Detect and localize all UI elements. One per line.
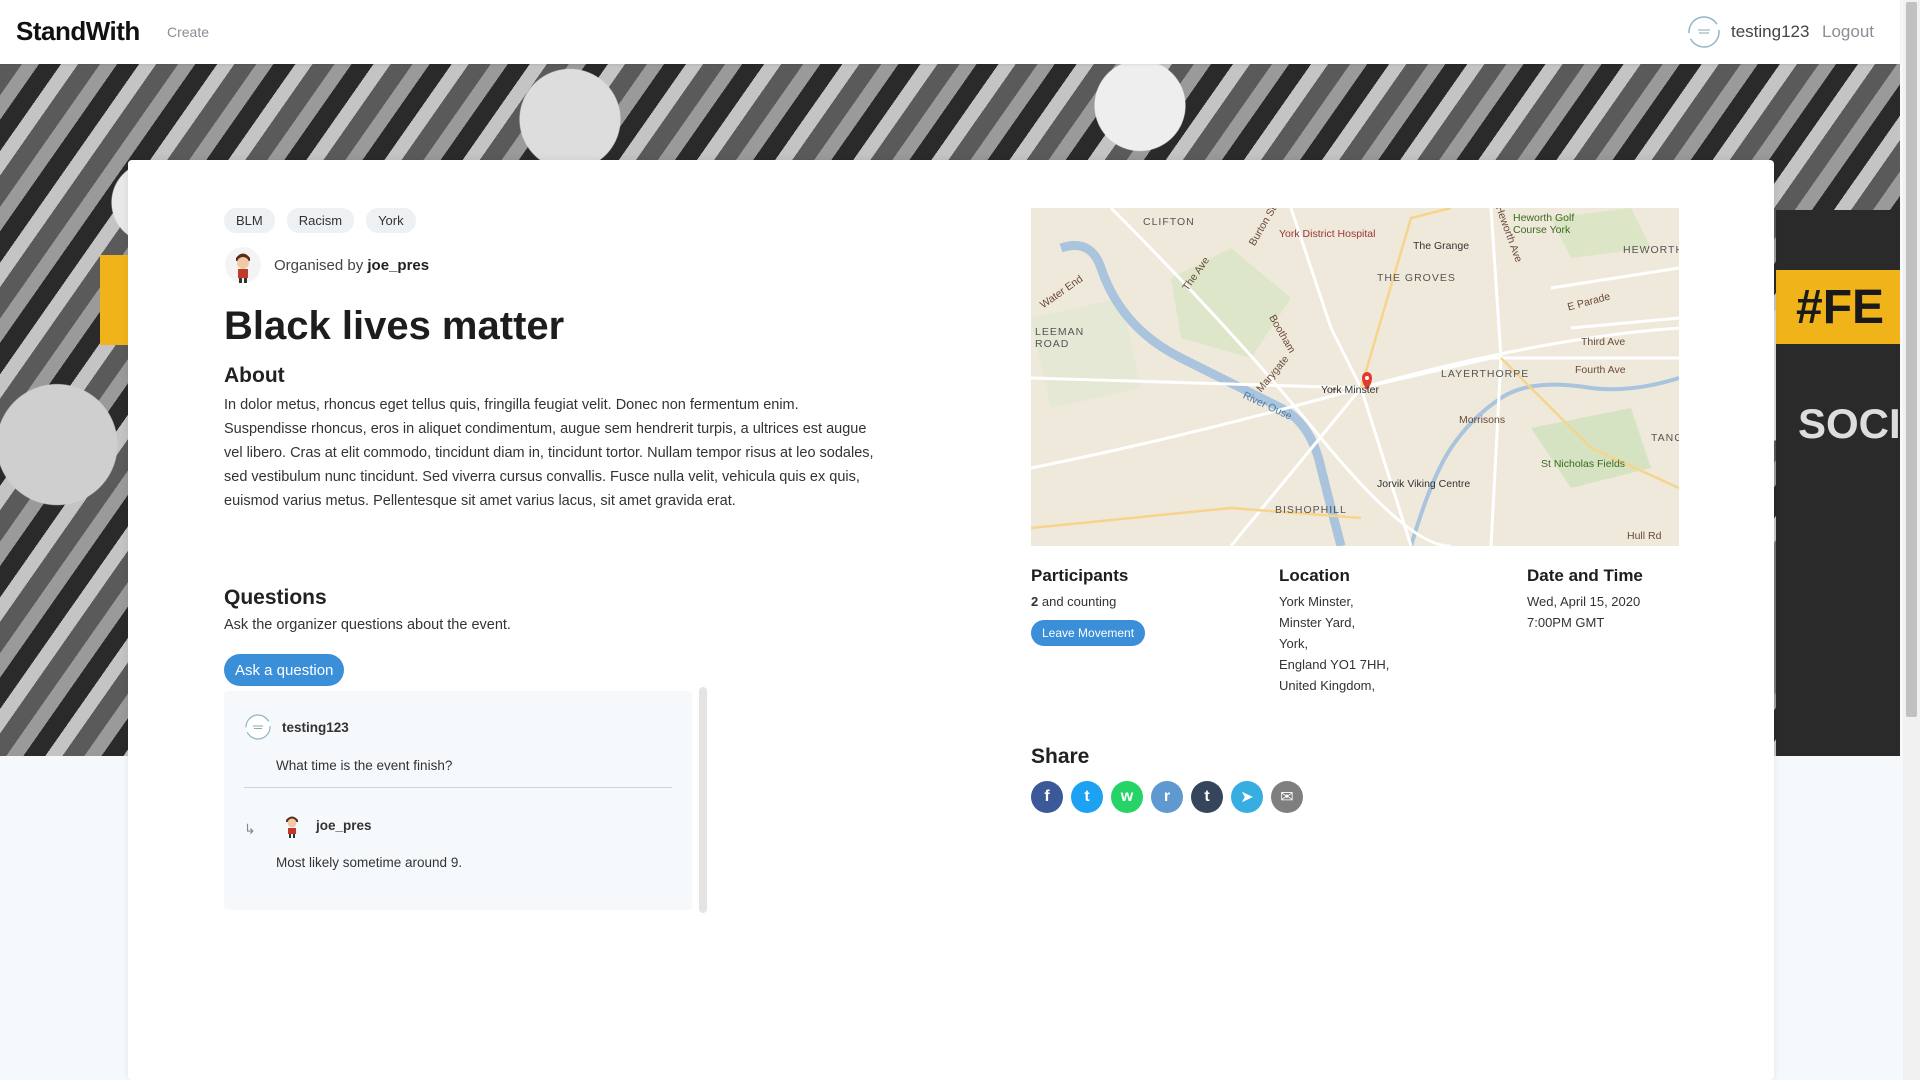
top-navbar: StandWith Create testing123 Logout <box>0 0 1900 64</box>
location-line: Minster Yard, <box>1279 615 1356 630</box>
question-avatar-icon <box>245 714 271 740</box>
map-label-minster: York Minster <box>1321 384 1379 396</box>
reddit-icon[interactable]: r <box>1151 781 1183 813</box>
participants-count-line: 2 and counting <box>1031 591 1116 612</box>
map-label-layerthorpe: LAYERTHORPE <box>1441 368 1530 380</box>
about-heading: About <box>224 364 285 387</box>
location-heading: Location <box>1279 566 1350 585</box>
tag-list: BLM Racism York <box>224 208 416 233</box>
participants-suffix: and counting <box>1041 594 1117 609</box>
map-label-fourth-ave: Fourth Ave <box>1575 364 1626 376</box>
nav-create-link[interactable]: Create <box>167 24 209 40</box>
reply-text: Most likely sometime around 9. <box>276 855 463 870</box>
event-time: 7:00PM GMT <box>1527 615 1605 630</box>
nav-username[interactable]: testing123 <box>1731 22 1809 42</box>
event-title: Black lives matter <box>224 304 565 348</box>
reply-avatar-icon <box>286 816 298 838</box>
telegram-icon[interactable]: ➤ <box>1231 781 1263 813</box>
map-label-hull-rd: Hull Rd <box>1627 530 1662 542</box>
map-label-clifton: CLIFTON <box>1143 216 1195 228</box>
share-icons: f t w r t ➤ ✉ <box>1031 781 1303 813</box>
question-username: testing123 <box>282 719 349 735</box>
reply-arrow-icon: ↳ <box>244 821 256 837</box>
map-label-golf: Heworth Golf Course York <box>1513 212 1575 236</box>
organised-by-text: Organised by joe_pres <box>274 257 429 274</box>
question-list-scrollbar[interactable] <box>699 687 707 913</box>
user-avatar-icon[interactable] <box>1686 14 1722 50</box>
whatsapp-icon[interactable]: w <box>1111 781 1143 813</box>
map-roads: + <box>1031 208 1679 546</box>
map-label-nicholas: St Nicholas Fields <box>1541 458 1626 470</box>
brand-logo[interactable]: StandWith <box>16 16 140 47</box>
tumblr-icon[interactable]: t <box>1191 781 1223 813</box>
event-map[interactable]: + CLIFTON York District Hospital The Gra… <box>1031 208 1679 546</box>
map-label-jorvik: Jorvik Viking Centre <box>1377 478 1471 490</box>
logout-link[interactable]: Logout <box>1822 22 1874 42</box>
map-label-leeman: LEEMAN ROAD <box>1035 326 1085 350</box>
organiser-name[interactable]: joe_pres <box>367 257 429 274</box>
location-line: England YO1 7HH, <box>1279 657 1390 672</box>
question-text: What time is the event finish? <box>276 758 453 773</box>
email-icon[interactable]: ✉ <box>1271 781 1303 813</box>
page-scrollbar-thumb[interactable] <box>1906 2 1917 717</box>
map-label-grange: The Grange <box>1413 240 1470 252</box>
event-date: Wed, April 15, 2020 <box>1527 594 1641 609</box>
map-label-tang: TANG <box>1651 432 1679 444</box>
reply-username: joe_pres <box>316 817 372 833</box>
map-label-heworth: HEWORTH <box>1623 244 1679 256</box>
hero-sign-text-2: SOCI <box>1798 400 1901 447</box>
organiser-avatar-icon[interactable] <box>224 246 262 284</box>
map-label-hospital: York District Hospital <box>1279 228 1376 240</box>
share-heading: Share <box>1031 745 1090 768</box>
question-list: testing123 What time is the event finish… <box>224 691 692 910</box>
location-line: York, <box>1279 636 1309 651</box>
event-card: BLM Racism York Organised by joe_pres Bl… <box>128 160 1774 1080</box>
datetime-heading: Date and Time <box>1527 566 1643 585</box>
tag-york[interactable]: York <box>366 208 416 233</box>
questions-subtitle: Ask the organizer questions about the ev… <box>224 617 511 633</box>
location-address: York Minster, Minster Yard, York, Englan… <box>1279 591 1389 696</box>
ask-question-button[interactable]: Ask a question <box>224 654 345 686</box>
facebook-icon[interactable]: f <box>1031 781 1063 813</box>
questions-heading: Questions <box>224 586 327 609</box>
hero-sign-text: #FE <box>1796 281 1885 334</box>
organised-by-label: Organised by <box>274 256 364 274</box>
map-label-groves: THE GROVES <box>1377 272 1456 284</box>
question-author: testing123 <box>244 713 349 741</box>
map-label-third-ave: Third Ave <box>1581 336 1626 348</box>
about-text: In dolor metus, rhoncus eget tellus quis… <box>224 397 874 509</box>
leave-movement-button[interactable]: Leave Movement <box>1031 620 1146 646</box>
location-line: York Minster, <box>1279 594 1354 609</box>
location-line: United Kingdom, <box>1279 678 1376 693</box>
question-divider <box>244 787 672 788</box>
tag-racism[interactable]: Racism <box>286 208 355 233</box>
hero-sign-left <box>100 255 130 345</box>
datetime-values: Wed, April 15, 2020 7:00PM GMT <box>1527 591 1640 633</box>
map-label-morrisons: Morrisons <box>1459 414 1506 426</box>
reply-author: joe_pres <box>278 811 372 839</box>
participants-count: 2 <box>1031 594 1039 609</box>
twitter-icon[interactable]: t <box>1071 781 1103 813</box>
participants-heading: Participants <box>1031 566 1129 585</box>
organiser-info: Organised by joe_pres <box>224 246 429 284</box>
map-label-bishophill: BISHOPHILL <box>1275 504 1347 516</box>
tag-blm[interactable]: BLM <box>224 208 275 233</box>
